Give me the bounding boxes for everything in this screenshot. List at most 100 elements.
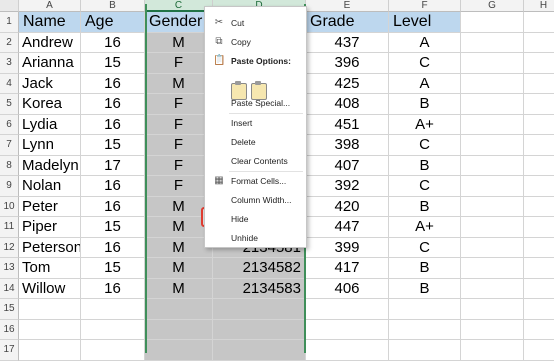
cell-gender[interactable] — [145, 319, 213, 340]
row-number[interactable]: 15 — [0, 299, 19, 320]
cell-name[interactable]: Jack — [19, 73, 81, 94]
cell-id[interactable]: 2134582 — [213, 258, 306, 279]
row-number[interactable]: 1 — [0, 12, 19, 33]
cell-age[interactable]: 16 — [81, 196, 145, 217]
cell-gender[interactable]: F — [145, 94, 213, 115]
cell-grade[interactable]: 408 — [306, 94, 389, 115]
cell-gender[interactable] — [145, 299, 213, 320]
cell-name[interactable] — [19, 340, 81, 361]
row-number[interactable]: 3 — [0, 53, 19, 74]
header-cell-gender[interactable]: Gender — [145, 12, 213, 33]
table-cell[interactable] — [524, 197, 554, 217]
cell-level[interactable]: C — [389, 53, 461, 74]
table-cell[interactable] — [461, 319, 524, 340]
table-cell[interactable] — [461, 155, 524, 176]
cell-grade[interactable]: 392 — [306, 176, 389, 197]
cell-grade[interactable] — [306, 340, 389, 361]
header-cell-grade[interactable]: Grade — [306, 12, 389, 33]
cell-age[interactable]: 15 — [81, 258, 145, 279]
table-cell[interactable] — [524, 258, 554, 279]
header-cell-level[interactable]: Level — [389, 12, 461, 33]
cell-name[interactable]: Tom — [19, 258, 81, 279]
cell-grade[interactable]: 396 — [306, 53, 389, 74]
row-number[interactable]: 4 — [0, 73, 19, 94]
cell-grade[interactable]: 420 — [306, 196, 389, 217]
table-cell[interactable] — [524, 12, 554, 33]
cell-age[interactable]: 16 — [81, 32, 145, 53]
cell-level[interactable] — [389, 299, 461, 320]
table-cell[interactable] — [461, 135, 524, 156]
cell-id[interactable] — [213, 319, 306, 340]
table-cell[interactable] — [461, 237, 524, 258]
cell-age[interactable]: 15 — [81, 135, 145, 156]
menu-item-clear-contents[interactable]: Clear Contents — [205, 153, 306, 169]
cell-grade[interactable]: 406 — [306, 278, 389, 299]
cell-name[interactable]: Nolan — [19, 176, 81, 197]
cell-gender[interactable]: M — [145, 237, 213, 258]
cell-name[interactable]: Andrew — [19, 32, 81, 53]
cell-id[interactable] — [213, 299, 306, 320]
cell-gender[interactable]: M — [145, 278, 213, 299]
table-cell[interactable] — [461, 196, 524, 217]
cell-age[interactable]: 16 — [81, 176, 145, 197]
table-cell[interactable] — [524, 94, 554, 115]
table-cell[interactable] — [524, 238, 554, 258]
row-number[interactable]: 2 — [0, 32, 19, 53]
cell-name[interactable]: Piper — [19, 217, 81, 238]
cell-level[interactable] — [389, 319, 461, 340]
column-header-g[interactable]: G — [461, 0, 524, 12]
column-header-b[interactable]: B — [81, 0, 145, 12]
cell-gender[interactable] — [145, 340, 213, 361]
cell-level[interactable]: C — [389, 237, 461, 258]
cell-name[interactable]: Arianna — [19, 53, 81, 74]
cell-name[interactable]: Madelyn — [19, 155, 81, 176]
table-cell[interactable] — [524, 299, 554, 320]
cell-name[interactable] — [19, 299, 81, 320]
cell-gender[interactable]: F — [145, 114, 213, 135]
table-cell[interactable] — [461, 217, 524, 238]
row-number[interactable]: 8 — [0, 155, 19, 176]
cell-name[interactable]: Willow — [19, 278, 81, 299]
menu-item-delete[interactable]: Delete — [205, 134, 306, 150]
column-header-c[interactable]: C — [145, 0, 213, 12]
header-cell-age[interactable]: Age — [81, 12, 145, 33]
row-number[interactable]: 7 — [0, 135, 19, 156]
cell-age[interactable]: 16 — [81, 73, 145, 94]
cell-age[interactable]: 16 — [81, 278, 145, 299]
column-header-a[interactable]: A — [19, 0, 81, 12]
cell-id[interactable] — [213, 340, 306, 361]
menu-item-insert[interactable]: Insert — [205, 115, 306, 131]
cell-level[interactable]: A — [389, 73, 461, 94]
table-cell[interactable] — [461, 176, 524, 197]
row-number[interactable]: 10 — [0, 196, 19, 217]
table-cell[interactable] — [461, 278, 524, 299]
cell-id[interactable]: 2134583 — [213, 278, 306, 299]
menu-item-format-cells[interactable]: ▦ Format Cells... — [205, 173, 306, 189]
table-cell[interactable] — [524, 340, 554, 361]
cell-age[interactable]: 15 — [81, 53, 145, 74]
column-header-h[interactable]: H — [524, 0, 554, 12]
cell-level[interactable]: B — [389, 155, 461, 176]
cell-level[interactable]: A — [389, 32, 461, 53]
cell-age[interactable] — [81, 299, 145, 320]
row-number[interactable]: 6 — [0, 114, 19, 135]
table-cell[interactable] — [461, 12, 524, 33]
table-cell[interactable] — [461, 32, 524, 53]
cell-gender[interactable]: F — [145, 155, 213, 176]
table-cell[interactable] — [461, 53, 524, 74]
table-cell[interactable] — [524, 74, 554, 94]
cell-age[interactable]: 15 — [81, 217, 145, 238]
cell-level[interactable]: B — [389, 278, 461, 299]
cell-name[interactable] — [19, 319, 81, 340]
select-all-corner[interactable] — [0, 0, 19, 12]
menu-item-unhide[interactable]: Unhide — [205, 230, 306, 246]
table-cell[interactable] — [461, 299, 524, 320]
menu-item-column-width[interactable]: Column Width... — [205, 192, 306, 208]
menu-item-paste-special[interactable]: Paste Special... — [205, 95, 306, 111]
table-cell[interactable] — [524, 53, 554, 74]
cell-grade[interactable]: 407 — [306, 155, 389, 176]
table-cell[interactable] — [524, 115, 554, 135]
row-number[interactable]: 17 — [0, 340, 19, 361]
table-cell[interactable] — [524, 156, 554, 176]
cell-age[interactable] — [81, 340, 145, 361]
